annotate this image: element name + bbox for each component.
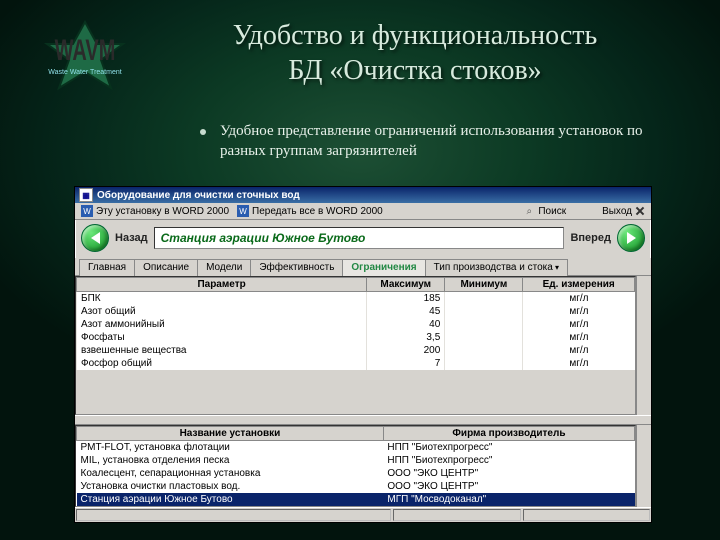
nav-row: Назад Станция аэрации Южное Бутово Впере… [75,220,651,258]
tab-2[interactable]: Модели [197,259,251,276]
bullet-dot-icon [200,129,206,135]
unit-row[interactable]: Станция аэрации Южное БутовоМГП "Мосводо… [77,493,635,506]
tab-bar: ГлавнаяОписаниеМоделиЭффективностьОграни… [75,258,651,276]
binoculars-icon: ⌕ [523,205,535,217]
unit-list[interactable]: Название установки Фирма производитель P… [75,425,636,507]
col-unit[interactable]: Ед. измерения [523,278,635,292]
unit-row[interactable]: MIL, установка отделения пескаНПП "Биоте… [77,454,635,467]
tab-3[interactable]: Эффективность [250,259,343,276]
param-row[interactable]: Фосфор общий7мг/л [77,357,635,370]
close-icon [635,206,645,216]
unit-row[interactable]: Коалесцент, сепарационная установкаООО "… [77,467,635,480]
param-row[interactable]: Азот общий45мг/л [77,305,635,318]
params-scrollbar[interactable] [636,276,651,415]
nav-back-button[interactable] [81,224,109,252]
tab-0[interactable]: Главная [79,259,135,276]
arrow-left-icon [91,232,100,244]
toolbar: W Эту установку в WORD 2000 W Передать в… [75,203,651,220]
tab-1[interactable]: Описание [134,259,198,276]
col-maker[interactable]: Фирма производитель [383,427,634,441]
tab-5[interactable]: Тип производства и стока ▾ [425,259,568,276]
col-unit-name[interactable]: Название установки [77,427,384,441]
tab-4[interactable]: Ограничения [342,259,425,276]
arrow-right-icon [627,232,636,244]
svg-text:WAVM: WAVM [55,34,116,67]
col-param[interactable]: Параметр [77,278,367,292]
statusbar [75,507,651,522]
param-row[interactable]: Азот аммонийный40мг/л [77,318,635,331]
search-button[interactable]: ⌕ Поиск [523,205,566,217]
panel-separator [75,415,651,425]
titlebar: ▦ Оборудование для очистки сточных вод [75,187,651,203]
col-max[interactable]: Максимум [367,278,445,292]
wavm-logo: WAVM Waste Water Treatment [35,18,135,98]
unit-row[interactable]: Установка очистки пластовых вод.ООО "ЭКО… [77,480,635,493]
station-name-field[interactable]: Станция аэрации Южное Бутово [154,227,565,249]
param-row[interactable]: БПК185мг/л [77,292,635,306]
svg-text:Waste Water Treatment: Waste Water Treatment [48,69,121,76]
unitlist-scrollbar[interactable] [636,425,651,507]
to-word-one-button[interactable]: W Эту установку в WORD 2000 [81,205,229,217]
param-row[interactable]: Фосфаты3,5мг/л [77,331,635,344]
window-title: Оборудование для очистки сточных вод [97,190,300,201]
window-sys-icon: ▦ [79,188,93,202]
unit-row[interactable]: PMT-FLOT, установка флотацииНПП "Биотехп… [77,441,635,455]
app-window: ▦ Оборудование для очистки сточных вод W… [74,186,652,523]
nav-back-label: Назад [115,232,148,244]
to-word-all-button[interactable]: W Передать все в WORD 2000 [237,205,383,217]
nav-forward-label: Вперед [570,232,611,244]
param-row[interactable]: взвешенные вещества200мг/л [77,344,635,357]
nav-forward-button[interactable] [617,224,645,252]
col-min[interactable]: Минимум [445,278,523,292]
params-grid[interactable]: Параметр Максимум Минимум Ед. измерения … [75,276,636,415]
word-multi-icon: W [237,205,249,217]
grid-empty-area [76,370,635,414]
slide-bullet: Удобное представление ограничений исполь… [0,88,720,161]
exit-button[interactable]: Выход [602,206,645,217]
word-icon: W [81,205,93,217]
